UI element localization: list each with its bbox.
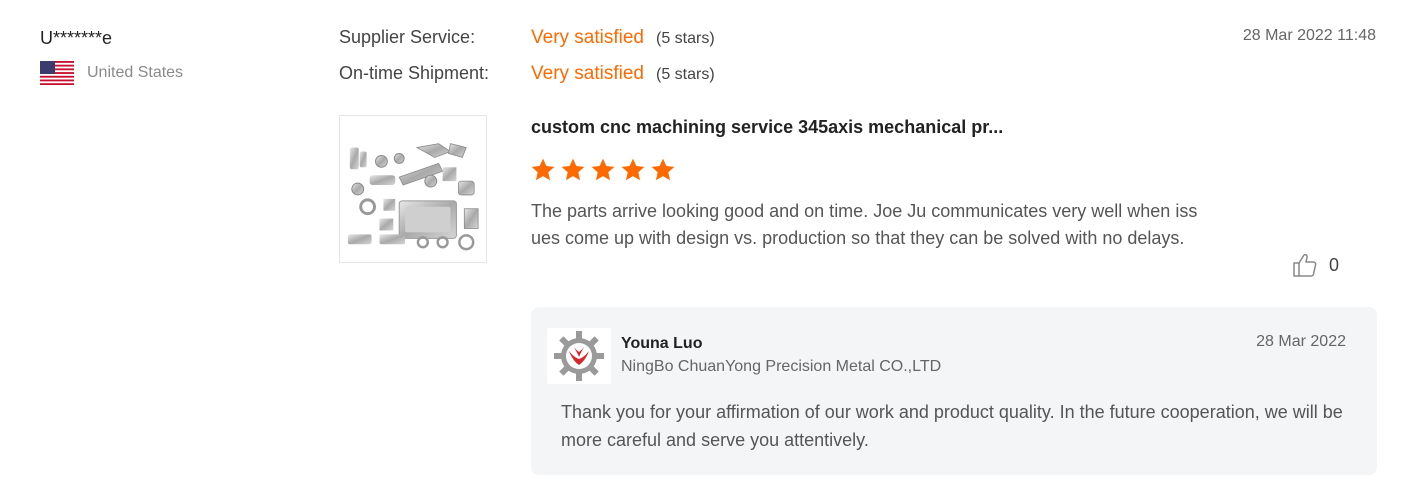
star-icon xyxy=(620,157,646,183)
rating-value: Very satisfied xyxy=(531,27,644,48)
review-text: The parts arrive looking good and on tim… xyxy=(531,201,1198,248)
product-title[interactable]: custom cnc machining service 345axis mec… xyxy=(531,117,1003,138)
rating-label: On-time Shipment: xyxy=(339,63,490,83)
like-count: 0 xyxy=(1329,254,1340,275)
supplier-reply: Youna Luo NingBo ChuanYong Precision Met… xyxy=(531,307,1377,475)
reply-text: Thank you for your affirmation of our wo… xyxy=(561,402,1343,450)
star-icon xyxy=(560,157,586,183)
rating-supplier-service: Supplier Service: Very satisfied (5 star… xyxy=(339,27,715,49)
supplier-name: Youna Luo xyxy=(621,335,703,352)
reviewer-country: United States xyxy=(40,61,183,85)
star-icon xyxy=(590,157,616,183)
review-date: 28 Mar 2022 11:48 xyxy=(1242,27,1376,44)
like-button[interactable]: 0 xyxy=(1292,252,1339,278)
us-flag-icon xyxy=(40,61,74,85)
star-icon xyxy=(650,157,676,183)
rating-label: Supplier Service: xyxy=(339,27,476,47)
product-image[interactable] xyxy=(339,115,487,263)
rating-stars-text: (5 stars) xyxy=(656,30,715,47)
star-rating xyxy=(530,157,680,183)
reply-date: 28 Mar 2022 xyxy=(1256,333,1346,350)
rating-stars-text: (5 stars) xyxy=(656,66,715,83)
rating-on-time-shipment: On-time Shipment: Very satisfied (5 star… xyxy=(339,63,715,85)
reviewer-name: U*******e xyxy=(40,28,113,48)
country-name: United States xyxy=(87,64,184,81)
supplier-company[interactable]: NingBo ChuanYong Precision Metal CO.,LTD xyxy=(621,358,941,376)
thumbs-up-icon[interactable] xyxy=(1292,252,1318,278)
supplier-logo xyxy=(547,328,611,384)
star-icon xyxy=(530,157,556,183)
rating-value: Very satisfied xyxy=(531,63,644,84)
